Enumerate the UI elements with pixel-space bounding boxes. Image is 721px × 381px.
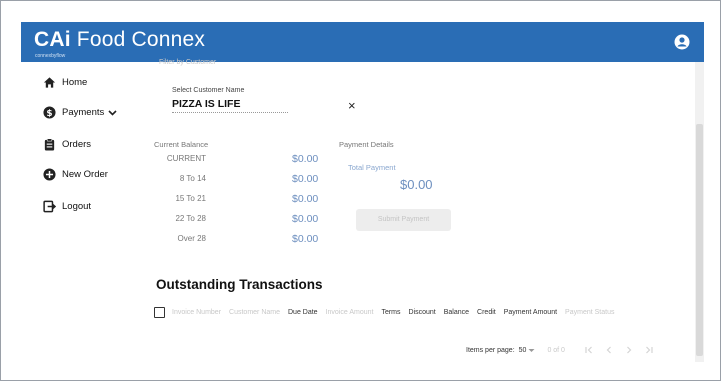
column-due-date[interactable]: Due Date bbox=[288, 309, 318, 316]
items-per-page-label: Items per page: bbox=[466, 346, 515, 354]
total-payment-label: Total Payment bbox=[348, 163, 396, 172]
column-invoice-amount[interactable]: Invoice Amount bbox=[326, 309, 374, 316]
balance-row: 15 To 21 $0.00 bbox=[175, 193, 319, 205]
submit-payment-button[interactable]: Submit Payment bbox=[356, 209, 451, 231]
column-payment-status[interactable]: Payment Status bbox=[565, 309, 614, 316]
next-page-icon[interactable] bbox=[625, 346, 633, 354]
customer-select-underline bbox=[172, 112, 288, 113]
last-page-icon[interactable] bbox=[645, 346, 653, 354]
total-payment-value: $0.00 bbox=[400, 177, 433, 192]
balance-row: Over 28 $0.00 bbox=[177, 233, 319, 245]
transactions-header-row: Invoice Number Customer Name Due Date In… bbox=[154, 307, 614, 318]
range-label: 0 of 0 bbox=[547, 346, 565, 354]
balance-row: 22 To 28 $0.00 bbox=[175, 213, 319, 225]
column-discount[interactable]: Discount bbox=[409, 309, 436, 316]
previous-page-icon[interactable] bbox=[605, 346, 613, 354]
balance-table: CURRENT $0.00 8 To 14 $0.00 15 To 21 $0.… bbox=[154, 152, 326, 252]
brand-subtitle: connexbyflow bbox=[35, 53, 66, 59]
select-all-checkbox[interactable] bbox=[154, 307, 165, 318]
customer-label: Select Customer Name bbox=[172, 87, 245, 94]
app-logo[interactable]: CAi Food Connex bbox=[34, 28, 205, 52]
account-icon[interactable] bbox=[674, 34, 690, 50]
plus-circle-icon bbox=[43, 168, 56, 181]
caret-down-icon[interactable] bbox=[528, 347, 535, 354]
balance-row: 8 To 14 $0.00 bbox=[179, 173, 319, 185]
column-payment-amount[interactable]: Payment Amount bbox=[504, 309, 557, 316]
transactions-title: Outstanding Transactions bbox=[156, 277, 323, 292]
vertical-scrollbar[interactable] bbox=[695, 62, 704, 362]
nav-orders[interactable]: Orders bbox=[43, 138, 91, 151]
app-window: CAi Food Connex connexbyflow Home $ Paym… bbox=[0, 0, 721, 381]
sidebar: Home $ Payments Orders New Order Logout bbox=[21, 62, 146, 362]
paginator: Items per page: 50 0 of 0 bbox=[466, 346, 653, 354]
nav-payments[interactable]: $ Payments bbox=[43, 106, 117, 119]
chevron-down-icon bbox=[108, 110, 117, 116]
column-balance[interactable]: Balance bbox=[444, 309, 469, 316]
scrollbar-thumb[interactable] bbox=[696, 124, 703, 356]
nav-new-order[interactable]: New Order bbox=[43, 168, 108, 181]
column-invoice-number[interactable]: Invoice Number bbox=[172, 309, 221, 316]
clear-customer-button[interactable]: × bbox=[348, 98, 356, 113]
column-terms[interactable]: Terms bbox=[381, 309, 400, 316]
column-credit[interactable]: Credit bbox=[477, 309, 496, 316]
app-header: CAi Food Connex connexbyflow bbox=[21, 22, 704, 68]
svg-text:$: $ bbox=[46, 109, 52, 119]
nav-logout[interactable]: Logout bbox=[43, 200, 91, 213]
items-per-page-select[interactable]: 50 bbox=[519, 347, 527, 354]
nav-home[interactable]: Home bbox=[43, 76, 87, 89]
clipboard-icon bbox=[44, 138, 55, 151]
logout-icon bbox=[43, 200, 56, 213]
balance-row: CURRENT $0.00 bbox=[166, 153, 319, 165]
home-icon bbox=[43, 77, 56, 88]
filter-title: Filter by Customer bbox=[159, 59, 217, 66]
customer-select[interactable]: PIZZA IS LIFE bbox=[172, 98, 240, 110]
dollar-icon: $ bbox=[43, 106, 56, 119]
column-customer-name[interactable]: Customer Name bbox=[229, 309, 280, 316]
first-page-icon[interactable] bbox=[585, 346, 593, 354]
main-content: Home $ Payments Orders New Order Logout … bbox=[21, 59, 704, 362]
payment-details-title: Payment Details bbox=[339, 140, 394, 149]
balance-title: Current Balance bbox=[154, 140, 209, 149]
